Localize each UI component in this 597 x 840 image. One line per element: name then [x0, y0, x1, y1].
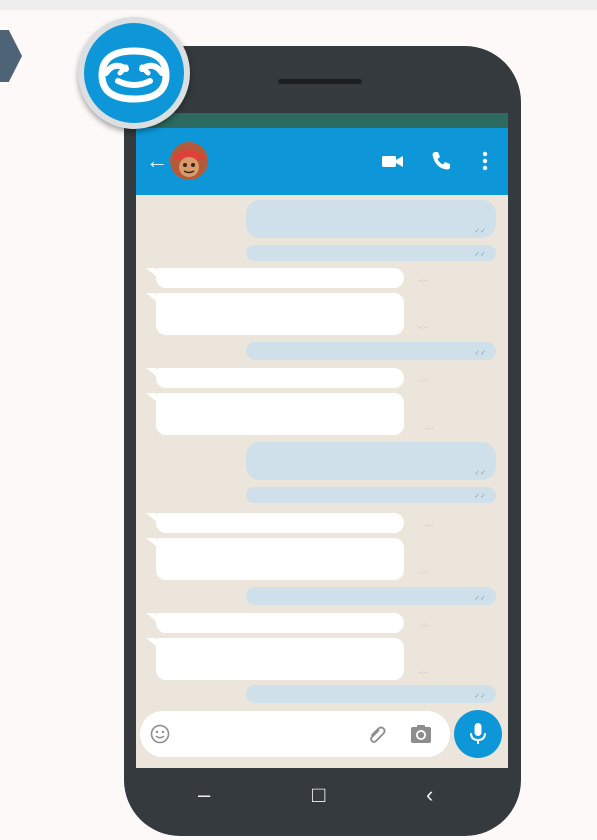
- read-ticks-icon: ✓✓: [474, 251, 486, 258]
- incoming-message[interactable]: [146, 613, 404, 633]
- previous-arrow-icon[interactable]: [0, 30, 22, 82]
- message-time: ··:··: [418, 378, 428, 384]
- phone-mockup: ← ✓✓ ✓✓ ··:·· ··:·· ✓✓ ··:·· ··:·· ✓✓ ✓✓…: [124, 46, 521, 836]
- read-ticks-icon: ✓✓: [474, 595, 486, 602]
- emoji-icon[interactable]: [150, 724, 170, 744]
- arrow-left-icon[interactable]: ←: [146, 150, 168, 172]
- contact-avatar[interactable]: [170, 142, 208, 180]
- incoming-message[interactable]: [146, 368, 404, 388]
- outgoing-message[interactable]: ✓✓: [246, 442, 496, 480]
- message-time: ··:··: [418, 670, 428, 676]
- home-button[interactable]: □: [312, 784, 325, 806]
- outgoing-message[interactable]: ✓✓: [246, 245, 496, 261]
- incoming-message[interactable]: [146, 638, 404, 680]
- message-input-bar[interactable]: [140, 711, 450, 757]
- read-ticks-icon: ✓✓: [474, 693, 486, 700]
- status-bar: [136, 113, 508, 128]
- message-time: ··:··: [424, 426, 434, 432]
- chat-app-bar: ←: [136, 128, 508, 195]
- more-vert-icon[interactable]: [472, 148, 498, 174]
- outgoing-message[interactable]: ✓✓: [246, 487, 496, 503]
- android-nav-bar: – □ ‹: [136, 776, 508, 826]
- incoming-message[interactable]: [146, 293, 404, 335]
- message-time: ··:··: [424, 523, 434, 529]
- phone-call-icon[interactable]: [428, 148, 454, 174]
- outgoing-message[interactable]: ✓✓: [246, 342, 496, 360]
- outgoing-message[interactable]: ✓✓: [246, 587, 496, 605]
- mic-button[interactable]: [454, 710, 502, 758]
- mic-icon: [470, 723, 486, 744]
- page-frame: ← ✓✓ ✓✓ ··:·· ··:·· ✓✓ ··:·· ··:·· ✓✓ ✓✓…: [0, 0, 597, 840]
- read-ticks-icon: ✓✓: [474, 493, 486, 500]
- outgoing-message[interactable]: ✓✓: [246, 685, 496, 703]
- sloth-face-logo: [84, 23, 184, 123]
- phone-speaker: [278, 79, 362, 84]
- video-call-icon[interactable]: [380, 148, 406, 174]
- incoming-message[interactable]: [146, 513, 404, 533]
- outgoing-message[interactable]: ✓✓: [246, 200, 496, 238]
- incoming-message[interactable]: [146, 393, 404, 435]
- read-ticks-icon: ✓✓: [474, 350, 486, 357]
- read-ticks-icon: ✓✓: [474, 228, 486, 235]
- incoming-message[interactable]: [146, 538, 404, 580]
- incoming-message[interactable]: [146, 268, 404, 288]
- message-time: ··:··: [418, 325, 428, 331]
- message-time: ··:··: [418, 278, 428, 284]
- chat-screen: ← ✓✓ ✓✓ ··:·· ··:·· ✓✓ ··:·· ··:·· ✓✓ ✓✓…: [136, 113, 508, 768]
- back-button[interactable]: ‹: [426, 784, 433, 806]
- paperclip-icon[interactable]: [366, 723, 388, 745]
- camera-icon[interactable]: [410, 724, 432, 744]
- message-time: ··:··: [418, 570, 428, 576]
- frame-top-border: [0, 0, 597, 10]
- read-ticks-icon: ✓✓: [474, 470, 486, 477]
- message-time: ··:··: [420, 623, 430, 629]
- recent-apps-button[interactable]: –: [198, 784, 210, 806]
- app-logo-badge: [78, 17, 190, 129]
- message-list[interactable]: ✓✓ ✓✓ ··:·· ··:·· ✓✓ ··:·· ··:·· ✓✓ ✓✓ ·…: [136, 195, 508, 705]
